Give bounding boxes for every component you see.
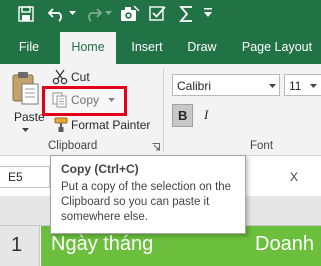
italic-button[interactable]: I bbox=[197, 104, 218, 127]
name-box[interactable]: E5 bbox=[0, 166, 50, 188]
font-name-value: Calibri bbox=[177, 79, 212, 93]
paste-button[interactable]: Paste bbox=[6, 68, 45, 132]
font-group-label: Font bbox=[250, 140, 274, 152]
cut-button[interactable]: Cut bbox=[52, 68, 102, 86]
clipboard-launcher-icon[interactable] bbox=[152, 143, 160, 151]
cut-label: Cut bbox=[71, 70, 90, 84]
scissors-icon bbox=[52, 69, 68, 85]
paintbrush-icon bbox=[52, 117, 68, 133]
cell-a1: Ngày tháng bbox=[51, 233, 154, 255]
quick-access-toolbar bbox=[0, 0, 321, 30]
paste-dropdown-icon bbox=[22, 128, 29, 132]
tab-draw[interactable]: Draw bbox=[184, 30, 220, 64]
tab-home[interactable]: Home bbox=[60, 32, 116, 64]
paste-label: Paste bbox=[14, 110, 45, 124]
tab-page-layout[interactable]: Page Layout bbox=[238, 30, 316, 64]
checkbox-icon[interactable] bbox=[149, 5, 167, 23]
camera-icon[interactable] bbox=[120, 5, 140, 23]
customize-toolbar-icon[interactable] bbox=[203, 8, 213, 18]
font-name-dropdown-icon bbox=[269, 84, 276, 88]
name-box-value: E5 bbox=[8, 170, 23, 184]
ribbon-tabs: File Home Insert Draw Page Layout bbox=[0, 30, 321, 64]
font-name-select[interactable]: Calibri bbox=[172, 74, 280, 96]
undo-dropdown-icon[interactable] bbox=[69, 11, 76, 16]
tooltip-body: Put a copy of the selection on the Clipb… bbox=[61, 181, 232, 223]
copy-tooltip: Copy (Ctrl+C) Put a copy of the selectio… bbox=[50, 155, 246, 234]
font-size-select[interactable]: 11 bbox=[284, 74, 321, 96]
tooltip-title: Copy (Ctrl+C) bbox=[61, 162, 139, 176]
formula-cancel-icon[interactable]: X bbox=[290, 170, 298, 184]
copy-highlight-box bbox=[42, 86, 127, 116]
font-size-dropdown-icon bbox=[310, 84, 317, 88]
autosum-icon[interactable] bbox=[179, 5, 195, 23]
tab-insert[interactable]: Insert bbox=[126, 30, 168, 64]
undo-icon[interactable] bbox=[48, 6, 66, 22]
tab-file[interactable]: File bbox=[12, 30, 46, 64]
redo-icon[interactable] bbox=[84, 6, 102, 22]
save-icon[interactable] bbox=[18, 6, 34, 22]
format-painter-label: Format Painter bbox=[71, 118, 151, 132]
row-header[interactable]: 1 bbox=[0, 226, 40, 266]
redo-dropdown-icon[interactable] bbox=[105, 11, 112, 16]
cell-b1: Doanh bbox=[255, 233, 314, 255]
bold-button[interactable]: B bbox=[172, 104, 193, 127]
paste-icon bbox=[10, 70, 40, 106]
font-size-value: 11 bbox=[289, 79, 302, 93]
row-number: 1 bbox=[11, 234, 23, 256]
format-painter-button[interactable]: Format Painter bbox=[52, 116, 152, 134]
bold-label: B bbox=[178, 108, 188, 123]
group-divider bbox=[163, 68, 164, 152]
italic-label: I bbox=[204, 107, 209, 122]
clipboard-group-label: Clipboard bbox=[48, 140, 98, 152]
